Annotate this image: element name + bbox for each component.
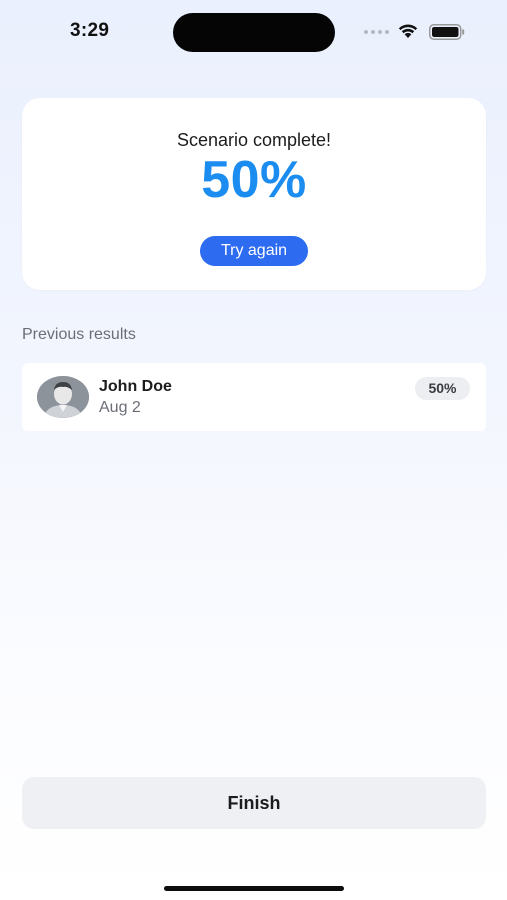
cellular-signal-icon: [364, 30, 389, 34]
status-bar: 3:29: [0, 0, 507, 64]
result-card: Scenario complete! 50% Try again: [22, 98, 486, 290]
score-badge: 50%: [415, 377, 470, 400]
result-title: Scenario complete!: [176, 130, 332, 150]
battery-icon: [429, 24, 465, 40]
result-user-name: John Doe: [99, 378, 172, 395]
wifi-icon: [398, 24, 418, 38]
result-date: Aug 2: [99, 399, 141, 416]
home-indicator[interactable]: [164, 886, 344, 891]
finish-button[interactable]: Finish: [22, 777, 486, 829]
status-time: 3:29: [70, 20, 110, 41]
user-avatar: [37, 376, 89, 418]
dynamic-island: [173, 13, 335, 52]
result-score: 50%: [201, 151, 307, 209]
previous-results-label: Previous results: [22, 326, 136, 343]
try-again-button[interactable]: Try again: [200, 236, 308, 266]
previous-result-row[interactable]: John Doe Aug 2 50%: [22, 363, 486, 431]
